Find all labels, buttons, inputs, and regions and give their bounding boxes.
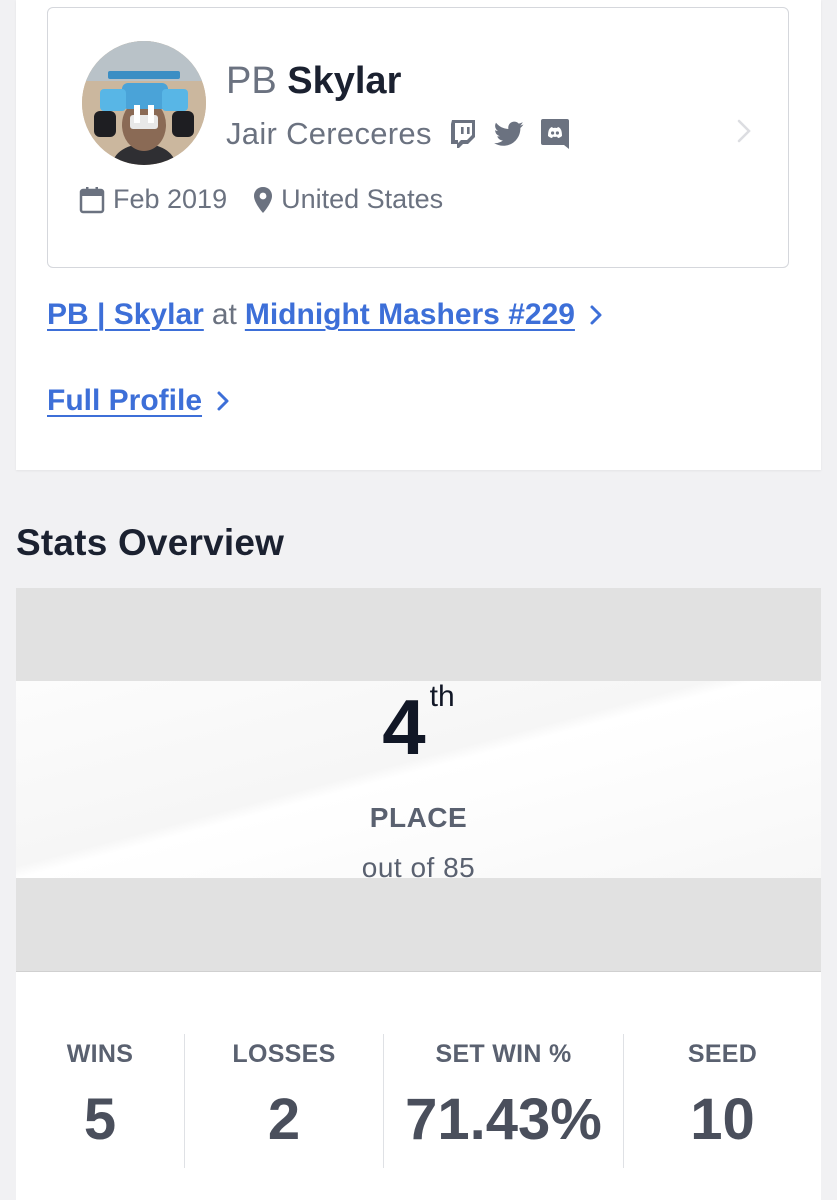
sponsor-prefix: PB (226, 60, 277, 102)
stat-label: SET WIN % (435, 1040, 572, 1068)
profile-card: PB Skylar Jair Cereceres Feb 2019 United… (16, 0, 821, 470)
stat-value: 2 (267, 1087, 301, 1152)
place-label: PLACE (369, 802, 468, 833)
real-name: Jair Cereceres (226, 116, 432, 151)
discord-icon[interactable] (538, 117, 572, 151)
entrant-link-row: PB | Skylar at Midnight Mashers #229 (47, 298, 603, 332)
twitter-icon[interactable] (492, 117, 526, 151)
stat-row: WINS 5 LOSSES 2 SET WIN % 71.43% SEED 10 (16, 1034, 821, 1168)
location: United States (281, 184, 444, 214)
twitch-icon[interactable] (446, 117, 480, 151)
chevron-right-icon[interactable] (216, 390, 230, 412)
place-banner-bottom (16, 878, 821, 972)
out-of-entrants: out of 85 (361, 852, 476, 883)
gamertag: PB Skylar (226, 60, 401, 103)
full-profile-row: Full Profile (47, 384, 230, 418)
stat-value: 71.43% (405, 1087, 602, 1152)
chevron-right-icon (736, 118, 752, 149)
stat-label: LOSSES (232, 1040, 336, 1068)
entrant-link[interactable]: PB | Skylar (47, 298, 204, 332)
chevron-right-icon[interactable] (589, 304, 603, 326)
place-banner-top (16, 588, 821, 681)
stats-card: 4th PLACE out of 85 WINS 5 LOSSES 2 SET … (16, 588, 821, 1200)
event-link[interactable]: Midnight Mashers #229 (245, 298, 575, 332)
avatar (82, 41, 206, 165)
name-row: Jair Cereceres (226, 112, 584, 156)
profile-meta: Feb 2019 United States (79, 184, 443, 215)
joined-date: Feb 2019 (113, 184, 228, 214)
social-links (446, 117, 584, 151)
stat-label: WINS (66, 1040, 134, 1068)
stat-label: SEED (687, 1040, 758, 1068)
full-profile-link[interactable]: Full Profile (47, 384, 202, 418)
location-pin-icon (253, 186, 273, 214)
gamertag-name: Skylar (287, 60, 402, 102)
stats-overview-heading: Stats Overview (16, 522, 285, 563)
final-placement: 4th (16, 682, 821, 767)
stat-set-win-percent: SET WIN % 71.43% (383, 1034, 623, 1168)
placement-number: 4 (382, 683, 426, 771)
calendar-icon (79, 186, 105, 214)
stat-value: 10 (690, 1087, 755, 1152)
stat-seed: SEED 10 (623, 1034, 821, 1168)
at-text: at (211, 298, 237, 331)
stat-losses: LOSSES 2 (184, 1034, 383, 1168)
placement-suffix: th (429, 680, 455, 713)
stat-wins: WINS 5 (16, 1034, 184, 1168)
player-summary[interactable]: PB Skylar Jair Cereceres Feb 2019 United… (47, 7, 789, 268)
stat-value: 5 (83, 1087, 117, 1152)
